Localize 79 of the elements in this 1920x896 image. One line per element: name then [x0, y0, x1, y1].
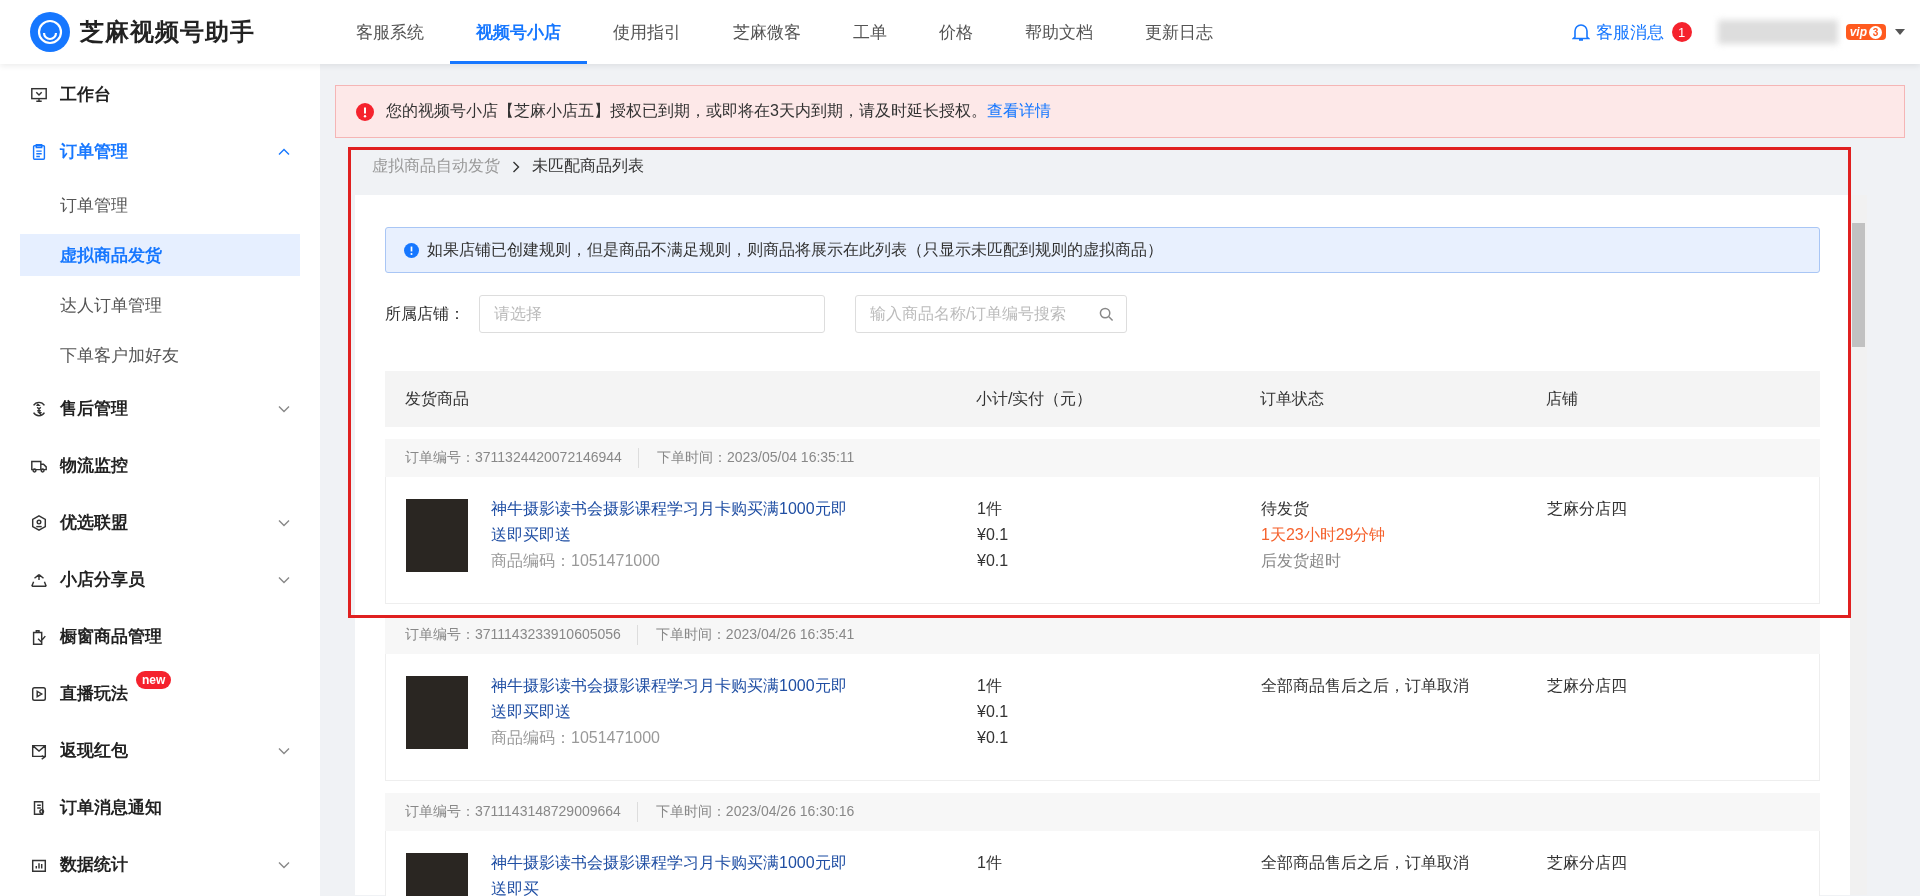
sidebar-item[interactable]: 物流监控 — [0, 437, 320, 494]
chevron-right-icon — [512, 160, 520, 173]
sidebar-item[interactable]: 售后管理 — [0, 380, 320, 437]
quantity-text: 1件 — [977, 676, 1003, 696]
order-number: 订单编号：3711143148729009664 — [405, 803, 621, 821]
sidebar-item[interactable]: 工作台 — [0, 66, 320, 123]
brand-name: 芝麻视频号助手 — [80, 17, 255, 47]
order-status: 全部商品售后之后，订单取消 — [1261, 676, 1470, 696]
logo-icon — [30, 12, 70, 52]
order-time: 下单时间：2023/05/04 16:35:11 — [656, 449, 855, 467]
customer-messages-link[interactable]: 客服消息 — [1571, 20, 1664, 44]
nav-tab[interactable]: 工单 — [827, 0, 913, 64]
nav-tab[interactable]: 帮助文档 — [999, 0, 1119, 64]
new-badge: new — [136, 671, 172, 689]
nav-tab[interactable]: 视频号小店 — [450, 0, 587, 64]
sidebar-item[interactable]: 橱窗商品管理 — [0, 608, 320, 665]
nav-tab[interactable]: 芝麻微客 — [707, 0, 827, 64]
shop-name: 芝麻分店四 — [1547, 499, 1628, 519]
shop-select[interactable]: 请选择 — [479, 295, 825, 333]
price-text: ¥0.1 — [977, 525, 1010, 545]
shop-name: 芝麻分店四 — [1547, 853, 1628, 873]
product-code: 商品编码：1051471000 — [491, 728, 661, 748]
price-text: ¥0.1 — [977, 728, 1010, 748]
nav-tab[interactable]: 更新日志 — [1119, 0, 1239, 64]
sidebar-subitem[interactable]: 下单客户加好友 — [20, 330, 300, 380]
shop-name: 芝麻分店四 — [1547, 676, 1628, 696]
search-field[interactable]: 输入商品名称/订单编号搜索 — [855, 295, 1127, 333]
price-text: ¥0.1 — [977, 551, 1010, 571]
alert-message: 您的视频号小店【芝麻小店五】授权已到期，或即将在3天内到期，请及时延长授权。查看详情 — [386, 101, 1051, 121]
product-code: 商品编码：1051471000 — [491, 551, 661, 571]
scrollbar[interactable] — [1850, 195, 1867, 895]
sidebar-item[interactable]: 直播玩法 new — [0, 665, 320, 722]
breadcrumb-item: 未匹配商品列表 — [532, 156, 644, 176]
order-status: 全部商品售后之后，订单取消 — [1261, 853, 1470, 873]
details-link[interactable]: 查看详情 — [986, 102, 1051, 119]
sidebar-subitem[interactable]: 达人订单管理 — [20, 280, 300, 330]
nav-tab[interactable]: 价格 — [913, 0, 999, 64]
error-icon — [356, 102, 374, 121]
sidebar-item[interactable]: 小店分享员 — [0, 551, 320, 608]
order-time: 下单时间：2023/04/26 16:30:16 — [655, 803, 855, 821]
sidebar-item[interactable]: 优选联盟 — [0, 494, 320, 551]
price-text: ¥0.1 — [977, 702, 1010, 722]
sidebar-item[interactable]: 返现红包 — [0, 722, 320, 779]
nav-tab[interactable]: 使用指引 — [587, 0, 707, 64]
caret-icon[interactable] — [1894, 28, 1906, 36]
column-header: 发货商品 — [405, 388, 470, 409]
order-number: 订单编号：3711324420072146944 — [405, 449, 622, 467]
sidebar-item[interactable]: 订单管理 — [0, 123, 320, 180]
column-header: 订单状态 — [1260, 388, 1325, 409]
vip-badge: vip 3 — [1845, 24, 1886, 40]
nav-tab[interactable]: 客服系统 — [330, 0, 450, 64]
product-link[interactable]: 神牛摄影读书会摄影课程学习月卡购买满1000元即送即买即送 — [491, 673, 861, 725]
menu-icon — [30, 684, 48, 703]
order-number: 订单编号：3711143233910605056 — [405, 626, 621, 644]
menu-icon — [30, 85, 48, 104]
notification-count: 1 — [1671, 22, 1692, 42]
sidebar-item[interactable]: 订单消息通知 — [0, 779, 320, 836]
search-icon — [1099, 306, 1114, 322]
order-status: 后发货超时 — [1261, 551, 1342, 571]
sidebar-subitem[interactable]: 订单管理 — [20, 180, 300, 230]
order-time: 下单时间：2023/04/26 16:35:41 — [655, 626, 855, 644]
shop-filter-label: 所属店铺： — [385, 303, 465, 324]
quantity-text: 1件 — [977, 499, 1003, 519]
order-status: 1天23小时29分钟 — [1261, 525, 1387, 545]
info-icon — [404, 242, 419, 258]
column-header: 小计/实付（元） — [976, 388, 1094, 409]
sidebar-subitem[interactable]: 虚拟商品发货 — [20, 234, 300, 276]
quantity-text: 1件 — [977, 853, 1003, 873]
notice-text: 如果店铺已创建规则，但是商品不满足规则，则商品将展示在此列表（只显示未匹配到规则的虚拟商品） — [427, 239, 1163, 260]
menu-icon — [30, 627, 48, 646]
column-header: 店铺 — [1546, 388, 1579, 409]
order-status: 待发货 — [1261, 499, 1310, 519]
menu-icon — [30, 142, 48, 161]
menu-icon — [30, 399, 48, 418]
bell-icon — [1571, 22, 1590, 42]
sidebar-item[interactable]: 数据统计 — [0, 836, 320, 893]
product-link[interactable]: 神牛摄影读书会摄影课程学习月卡购买满1000元即送即买即送 — [491, 496, 861, 548]
product-link[interactable]: 神牛摄影读书会摄影课程学习月卡购买满1000元即送即买 — [491, 850, 861, 896]
menu-icon — [30, 513, 48, 532]
